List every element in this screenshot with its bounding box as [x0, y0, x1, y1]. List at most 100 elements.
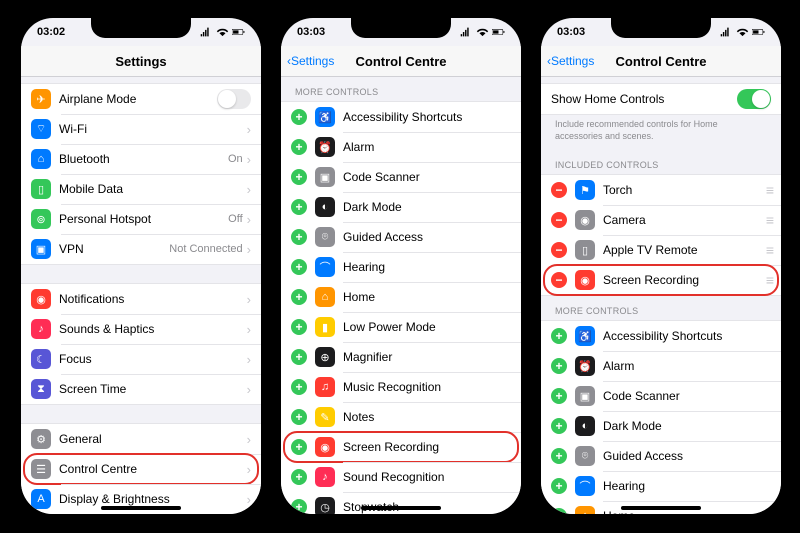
- row-focus[interactable]: ☾ Focus ›: [21, 344, 261, 374]
- row-wi-fi[interactable]: ⌔ Wi-Fi ›: [21, 114, 261, 144]
- row-code-scanner[interactable]: + ▣ Code Scanner: [281, 162, 521, 192]
- back-button[interactable]: ‹ Settings: [287, 54, 334, 68]
- back-label: Settings: [551, 54, 594, 68]
- row-alarm[interactable]: + ⏰ Alarm: [541, 351, 781, 381]
- add-button[interactable]: +: [291, 139, 307, 155]
- back-button[interactable]: ‹ Settings: [547, 54, 594, 68]
- add-button[interactable]: +: [551, 448, 567, 464]
- reorder-handle[interactable]: ≡: [766, 242, 771, 258]
- status-time: 03:02: [37, 26, 65, 38]
- row-label: Guided Access: [603, 449, 771, 463]
- add-button[interactable]: +: [551, 478, 567, 494]
- chevron-icon: ›: [247, 212, 251, 227]
- row-accessibility-shortcuts[interactable]: + ♿ Accessibility Shortcuts: [541, 321, 781, 351]
- add-button[interactable]: +: [291, 319, 307, 335]
- home-indicator[interactable]: [101, 506, 181, 510]
- add-button[interactable]: +: [291, 199, 307, 215]
- row-label: Accessibility Shortcuts: [603, 329, 771, 343]
- row-guided-access[interactable]: + ⌾ Guided Access: [281, 222, 521, 252]
- row-label: Magnifier: [343, 350, 511, 364]
- row-hearing[interactable]: + ⌒ Hearing: [281, 252, 521, 282]
- row-accessibility-shortcuts[interactable]: + ♿ Accessibility Shortcuts: [281, 102, 521, 132]
- row-label: Notifications: [59, 292, 247, 306]
- accessibility-shortcuts-icon: ♿: [575, 326, 595, 346]
- row-torch[interactable]: − ⚑ Torch ≡: [541, 175, 781, 205]
- row-mobile-data[interactable]: ▯ Mobile Data ›: [21, 174, 261, 204]
- add-button[interactable]: +: [291, 439, 307, 455]
- row-dark-mode[interactable]: + ◐ Dark Mode: [281, 192, 521, 222]
- row-music-recognition[interactable]: + ♫ Music Recognition: [281, 372, 521, 402]
- row-low-power-mode[interactable]: + ▮ Low Power Mode: [281, 312, 521, 342]
- remove-button[interactable]: −: [551, 212, 567, 228]
- row-guided-access[interactable]: + ⌾ Guided Access: [541, 441, 781, 471]
- row-label: Control Centre: [59, 462, 247, 476]
- add-button[interactable]: +: [551, 418, 567, 434]
- add-button[interactable]: +: [291, 499, 307, 514]
- torch-icon: ⚑: [575, 180, 595, 200]
- remove-button[interactable]: −: [551, 182, 567, 198]
- row-apple-tv-remote[interactable]: − ▯ Apple TV Remote ≡: [541, 235, 781, 265]
- row-hearing[interactable]: + ⌒ Hearing: [541, 471, 781, 501]
- show-home-controls-toggle[interactable]: [737, 89, 771, 109]
- row-alarm[interactable]: + ⏰ Alarm: [281, 132, 521, 162]
- camera-icon: ◉: [575, 210, 595, 230]
- row-label: Show Home Controls: [551, 92, 737, 106]
- add-button[interactable]: +: [291, 289, 307, 305]
- add-button[interactable]: +: [291, 409, 307, 425]
- add-button[interactable]: +: [291, 469, 307, 485]
- add-button[interactable]: +: [551, 388, 567, 404]
- guided-access-icon: ⌾: [575, 446, 595, 466]
- page-title: Control Centre: [616, 54, 707, 69]
- add-button[interactable]: +: [551, 508, 567, 514]
- row-general[interactable]: ⚙ General ›: [21, 424, 261, 454]
- row-personal-hotspot[interactable]: ⊚ Personal Hotspot Off›: [21, 204, 261, 234]
- wi-fi-icon: ⌔: [31, 119, 51, 139]
- row-notes[interactable]: + ✎ Notes: [281, 402, 521, 432]
- add-button[interactable]: +: [291, 169, 307, 185]
- reorder-handle[interactable]: ≡: [766, 212, 771, 228]
- home-indicator[interactable]: [361, 506, 441, 510]
- airplane-mode-toggle[interactable]: [217, 89, 251, 109]
- row-vpn[interactable]: ▣ VPN Not Connected›: [21, 234, 261, 264]
- row-sound-recognition[interactable]: + ♪ Sound Recognition: [281, 462, 521, 492]
- magnifier-icon: ⊕: [315, 347, 335, 367]
- row-sounds-haptics[interactable]: ♪ Sounds & Haptics ›: [21, 314, 261, 344]
- row-home[interactable]: + ⌂ Home: [281, 282, 521, 312]
- row-label: Bluetooth: [59, 152, 228, 166]
- remove-button[interactable]: −: [551, 242, 567, 258]
- row-screen-recording[interactable]: + ◉ Screen Recording: [281, 432, 521, 462]
- row-magnifier[interactable]: + ⊕ Magnifier: [281, 342, 521, 372]
- row-label: Home: [603, 509, 771, 514]
- general-icon: ⚙: [31, 429, 51, 449]
- add-button[interactable]: +: [291, 259, 307, 275]
- row-screen-time[interactable]: ⧗ Screen Time ›: [21, 374, 261, 404]
- row-bluetooth[interactable]: ⌂ Bluetooth On›: [21, 144, 261, 174]
- row-stopwatch[interactable]: + ◷ Stopwatch: [281, 492, 521, 514]
- screen-recording-icon: ◉: [575, 270, 595, 290]
- home-indicator[interactable]: [621, 506, 701, 510]
- row-camera[interactable]: − ◉ Camera ≡: [541, 205, 781, 235]
- row-label: Camera: [603, 213, 766, 227]
- chevron-icon: ›: [247, 432, 251, 447]
- row-label: Notes: [343, 410, 511, 424]
- reorder-handle[interactable]: ≡: [766, 272, 771, 288]
- row-airplane-mode[interactable]: ✈ Airplane Mode: [21, 84, 261, 114]
- add-button[interactable]: +: [291, 229, 307, 245]
- row-code-scanner[interactable]: + ▣ Code Scanner: [541, 381, 781, 411]
- row-show-home-controls[interactable]: Show Home Controls: [541, 84, 781, 114]
- row-dark-mode[interactable]: + ◐ Dark Mode: [541, 411, 781, 441]
- remove-button[interactable]: −: [551, 272, 567, 288]
- add-button[interactable]: +: [551, 328, 567, 344]
- row-notifications[interactable]: ◉ Notifications ›: [21, 284, 261, 314]
- add-button[interactable]: +: [291, 109, 307, 125]
- reorder-handle[interactable]: ≡: [766, 182, 771, 198]
- add-button[interactable]: +: [551, 358, 567, 374]
- row-control-centre[interactable]: ☰ Control Centre ›: [21, 454, 261, 484]
- add-button[interactable]: +: [291, 379, 307, 395]
- chevron-icon: ›: [247, 242, 251, 257]
- row-label: Code Scanner: [343, 170, 511, 184]
- row-screen-recording[interactable]: − ◉ Screen Recording ≡: [541, 265, 781, 295]
- row-label: Airplane Mode: [59, 92, 217, 106]
- add-button[interactable]: +: [291, 349, 307, 365]
- row-label: Alarm: [343, 140, 511, 154]
